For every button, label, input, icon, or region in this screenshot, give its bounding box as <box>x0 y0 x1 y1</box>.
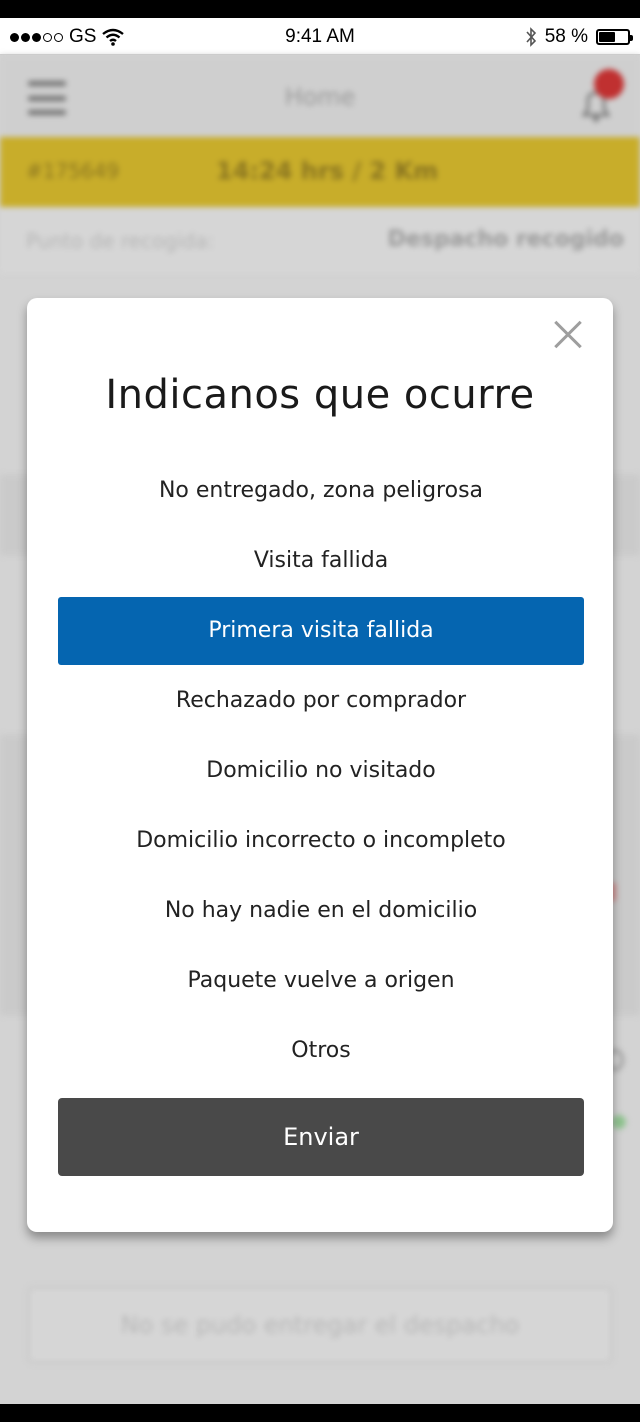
app-header: Home <box>0 55 640 137</box>
reason-option[interactable]: No hay nadie en el domicilio <box>58 877 584 945</box>
order-id: #175649 <box>26 159 120 183</box>
status-bar: GS 9:41 AM 58 % <box>0 18 640 55</box>
order-eta: 14:24 hrs / 2 Km <box>216 157 439 185</box>
pickup-row: Punto de recogida: Despacho recogido <box>0 207 640 273</box>
pickup-label: Punto de recogida: <box>26 229 215 253</box>
reason-option[interactable]: Domicilio incorrecto o incompleto <box>58 807 584 875</box>
reason-option[interactable]: Rechazado por comprador <box>58 667 584 735</box>
dialog-title: Indicanos que ocurre <box>105 372 535 418</box>
order-bar: #175649 14:24 hrs / 2 Km <box>0 137 640 207</box>
reason-option[interactable]: Otros <box>58 1017 584 1085</box>
close-icon[interactable] <box>553 320 583 350</box>
reason-options: No entregado, zona peligrosa Visita fall… <box>58 457 584 1087</box>
notification-badge <box>594 69 624 99</box>
reason-option[interactable]: Visita fallida <box>58 527 584 595</box>
reason-option[interactable]: No entregado, zona peligrosa <box>58 457 584 525</box>
battery-percent: 58 % <box>544 26 588 47</box>
battery-icon <box>596 29 633 45</box>
status-dot <box>612 1115 626 1129</box>
reason-option[interactable]: Primera visita fallida <box>58 597 584 665</box>
home-indicator-bar <box>0 1404 640 1422</box>
status-right-group: 58 % <box>525 26 633 48</box>
reason-option[interactable]: Paquete vuelve a origen <box>58 947 584 1015</box>
app-screen: GS 9:41 AM 58 % Home #175649 14:24 hrs /… <box>0 18 640 1404</box>
page-title: Home <box>284 83 356 111</box>
reason-dialog: Indicanos que ocurre No entregado, zona … <box>27 298 613 1232</box>
bluetooth-icon <box>526 27 536 47</box>
reason-option[interactable]: Domicilio no visitado <box>58 737 584 805</box>
pickup-status: Despacho recogido <box>387 227 624 252</box>
not-delivered-button: No se pudo entregar el despacho <box>28 1287 612 1363</box>
send-button[interactable]: Enviar <box>58 1098 584 1176</box>
